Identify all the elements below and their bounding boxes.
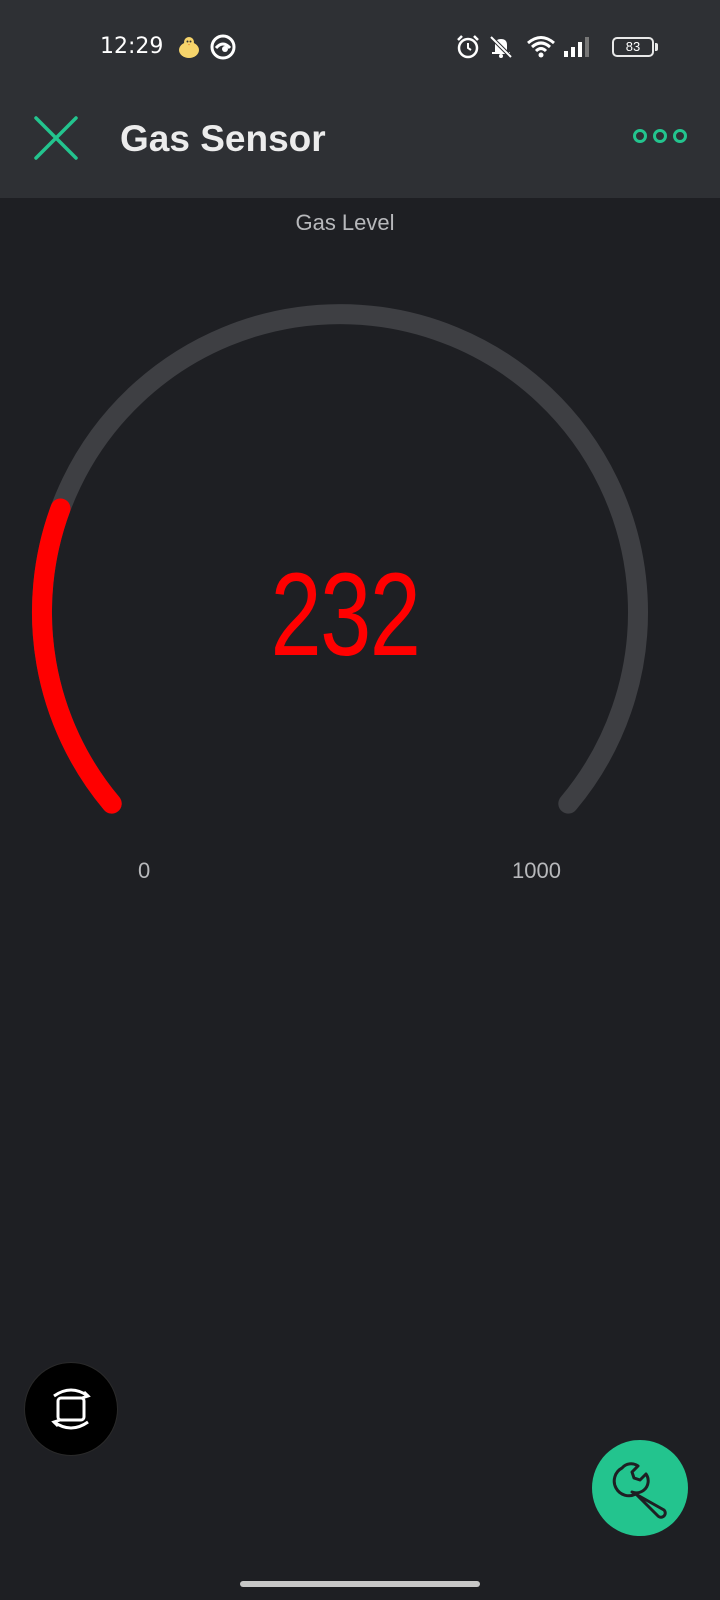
app-screen: 12:29 83 Gas Sensor Gas Level 232 0 1000 (0, 0, 720, 1600)
screen-rotate-button[interactable] (24, 1362, 118, 1456)
gauge-value: 232 (270, 549, 421, 681)
gas-gauge[interactable] (0, 0, 720, 900)
home-indicator[interactable] (240, 1581, 480, 1587)
gauge-max-label: 1000 (512, 858, 561, 883)
wrench-icon (612, 1462, 667, 1519)
gauge-fill (32, 498, 122, 814)
gauge-min-label: 0 (138, 858, 151, 883)
screen-rotate-icon (51, 1388, 91, 1430)
settings-button[interactable] (592, 1440, 688, 1536)
